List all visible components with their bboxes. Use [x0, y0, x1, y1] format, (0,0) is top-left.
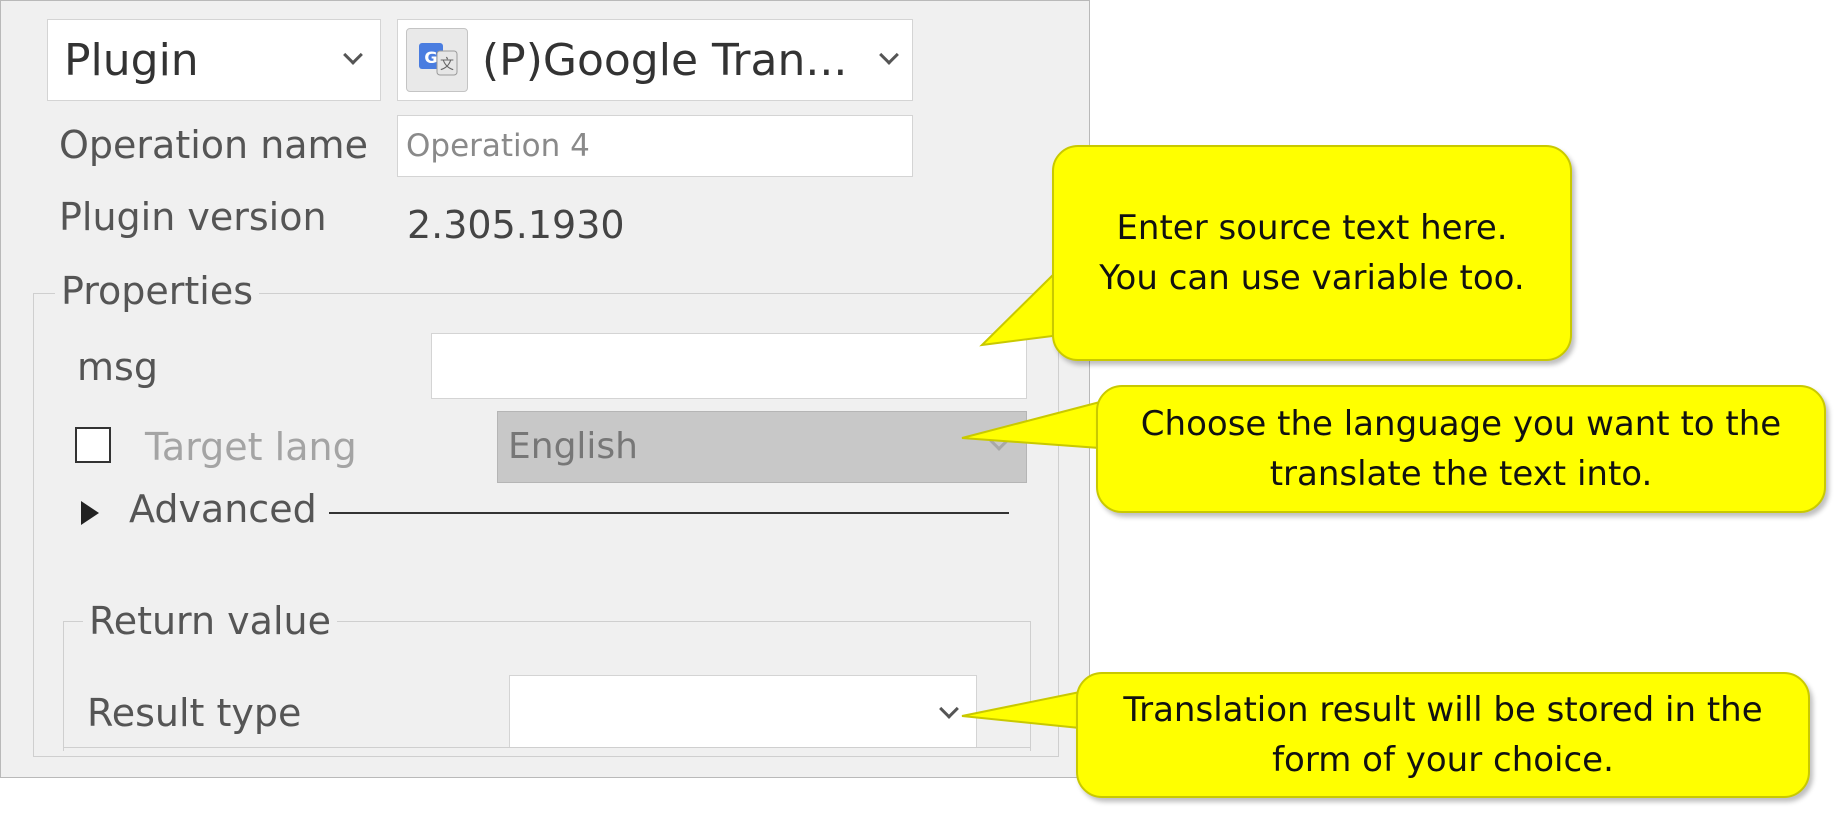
callout-result-line-1: Translation result will be stored in the [1123, 690, 1763, 730]
callout-msg-line-1: Enter source text here. [1116, 208, 1508, 248]
callout-result: Translation result will be stored in the… [1076, 672, 1810, 798]
callout-lang-line-2: translate the text into. [1269, 454, 1653, 494]
callout-msg: Enter source text here. You can use vari… [1052, 145, 1572, 361]
callout-tail-result [961, 690, 1081, 730]
callout-msg-line-2: You can use variable too. [1099, 258, 1525, 298]
callout-result-line-2: form of your choice. [1272, 740, 1614, 780]
callout-tail-lang [961, 400, 1101, 450]
callout-lang-line-1: Choose the language you want to the [1140, 404, 1782, 444]
callout-lang: Choose the language you want to the tran… [1096, 385, 1826, 513]
